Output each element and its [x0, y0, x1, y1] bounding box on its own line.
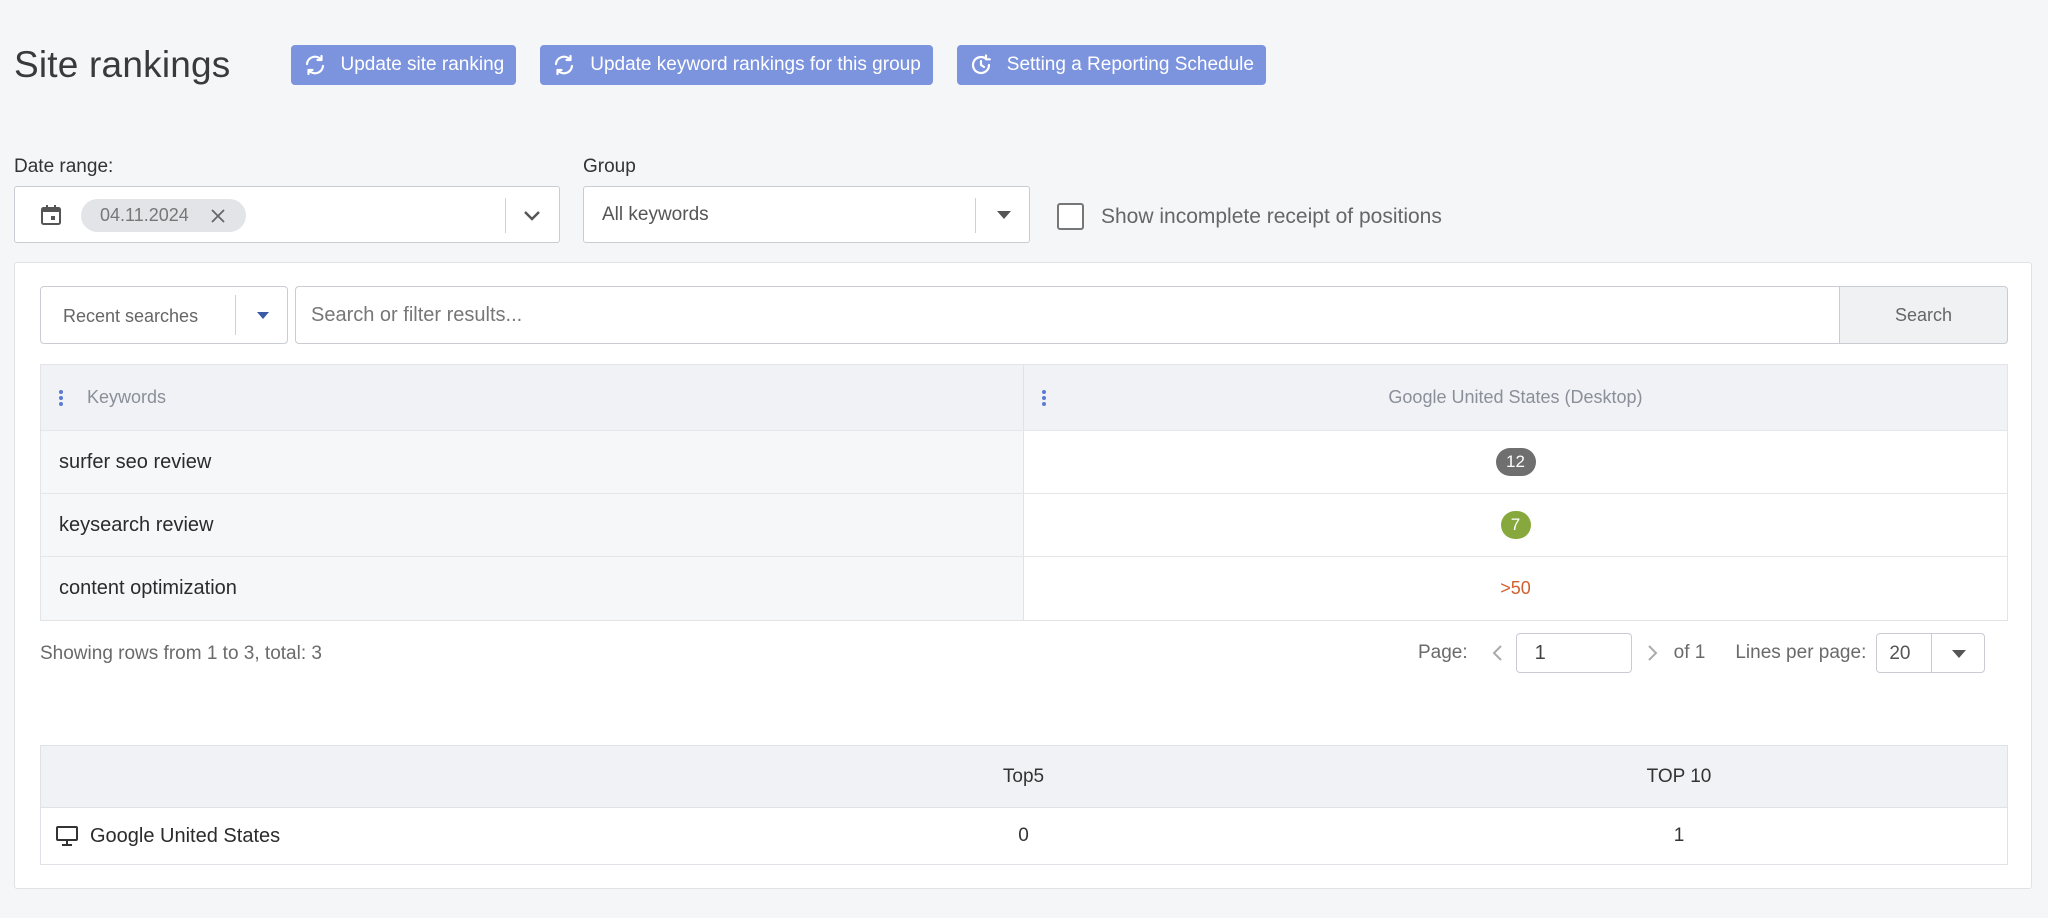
- results-panel: Recent searches Search Keywords Google U…: [14, 262, 2032, 889]
- page-title: Site rankings: [14, 44, 231, 85]
- position-value[interactable]: >50: [1500, 578, 1531, 599]
- rankings-table: Keywords Google United States (Desktop) …: [40, 364, 2008, 621]
- reporting-schedule-label: Setting a Reporting Schedule: [1006, 54, 1254, 75]
- position-badge[interactable]: 12: [1495, 448, 1536, 476]
- column-menu-icon[interactable]: [1041, 389, 1047, 407]
- update-keyword-rankings-button[interactable]: Update keyword rankings for this group: [540, 45, 933, 85]
- column-header-label: Keywords: [87, 387, 167, 407]
- divider: [1931, 634, 1933, 672]
- recent-searches-dropdown[interactable]: Recent searches: [40, 286, 288, 344]
- divider: [975, 198, 976, 233]
- recent-searches-label: Recent searches: [63, 306, 199, 326]
- update-site-ranking-button[interactable]: Update site ranking: [290, 45, 517, 85]
- chevron-right-icon[interactable]: [1646, 643, 1660, 663]
- top-positions-summary: Top5 TOP 10 Google United States 0 1: [40, 745, 2008, 865]
- position-badge[interactable]: 7: [1500, 511, 1531, 539]
- lines-per-page-select[interactable]: 20: [1876, 633, 1986, 673]
- refresh-icon: [305, 54, 324, 76]
- group-select-value: All keywords: [602, 204, 709, 225]
- desktop-icon: [56, 826, 78, 846]
- column-menu-icon[interactable]: [58, 389, 64, 407]
- close-icon[interactable]: [210, 208, 226, 224]
- chevron-down-icon[interactable]: [521, 204, 543, 226]
- page-header: Site rankings Update site ranking Update…: [14, 44, 1290, 86]
- group-label: Group: [583, 156, 636, 177]
- page-number-value: 1: [1534, 641, 1546, 664]
- keyword-cell: content optimization: [41, 557, 1024, 620]
- date-chip-value: 04.11.2024: [100, 205, 189, 225]
- table-row[interactable]: surfer seo review 12: [41, 431, 2007, 494]
- search-input[interactable]: [295, 286, 1840, 344]
- lines-per-page-value: 20: [1889, 643, 1911, 664]
- table-row[interactable]: content optimization >50: [41, 557, 2007, 620]
- summary-header-top5: Top5: [1002, 765, 1045, 787]
- group-select[interactable]: All keywords: [583, 186, 1030, 243]
- search-button[interactable]: Search: [1839, 286, 2008, 344]
- incomplete-positions-label: Show incomplete receipt of positions: [1101, 204, 1442, 228]
- page-label: Page:: [1418, 642, 1468, 663]
- page-count: of 1: [1673, 642, 1706, 663]
- position-cell: 12: [1024, 431, 2007, 493]
- reporting-schedule-button[interactable]: Setting a Reporting Schedule: [956, 45, 1266, 85]
- summary-header: Top5 TOP 10: [41, 746, 2007, 808]
- divider: [505, 198, 506, 233]
- incomplete-positions-toggle[interactable]: Show incomplete receipt of positions: [1057, 203, 1442, 230]
- summary-engine-cell: Google United States: [41, 825, 696, 848]
- keyword-cell: surfer seo review: [41, 431, 1024, 493]
- incomplete-positions-checkbox[interactable]: [1057, 203, 1084, 230]
- summary-top5-value: 0: [1018, 825, 1029, 846]
- summary-row: Google United States 0 1: [41, 808, 2007, 864]
- column-header-keywords[interactable]: Keywords: [41, 365, 1024, 430]
- position-cell: 7: [1024, 494, 2007, 556]
- caret-down-icon[interactable]: [257, 311, 269, 320]
- date-chip: 04.11.2024: [81, 199, 246, 232]
- caret-down-icon[interactable]: [996, 209, 1012, 221]
- calendar-icon: [41, 205, 61, 225]
- table-header: Keywords Google United States (Desktop): [41, 365, 2007, 431]
- keyword-cell: keysearch review: [41, 494, 1024, 556]
- page-number-input[interactable]: 1: [1515, 633, 1632, 673]
- summary-engine-name: Google United States: [90, 824, 281, 847]
- rows-summary: Showing rows from 1 to 3, total: 3: [40, 643, 322, 664]
- table-row[interactable]: keysearch review 7: [41, 494, 2007, 557]
- column-header-label: Google United States (Desktop): [1388, 387, 1643, 407]
- chevron-left-icon[interactable]: [1490, 643, 1504, 663]
- column-header-google-us[interactable]: Google United States (Desktop): [1024, 365, 2007, 430]
- date-range-label: Date range:: [14, 156, 114, 177]
- position-cell: >50: [1024, 557, 2007, 620]
- lines-per-page-label: Lines per page:: [1735, 642, 1867, 663]
- update-site-ranking-label: Update site ranking: [340, 54, 505, 75]
- divider: [235, 295, 236, 335]
- summary-header-top10: TOP 10: [1646, 765, 1712, 787]
- update-keyword-rankings-label: Update keyword rankings for this group: [590, 54, 921, 75]
- pagination: Page: 1 of 1 Lines per page: 20: [1418, 633, 1986, 673]
- schedule-icon: [971, 54, 991, 75]
- refresh-icon: [555, 54, 574, 76]
- summary-top10-value: 1: [1673, 825, 1685, 846]
- caret-down-icon[interactable]: [1951, 649, 1967, 659]
- date-range-picker[interactable]: 04.11.2024: [14, 186, 560, 243]
